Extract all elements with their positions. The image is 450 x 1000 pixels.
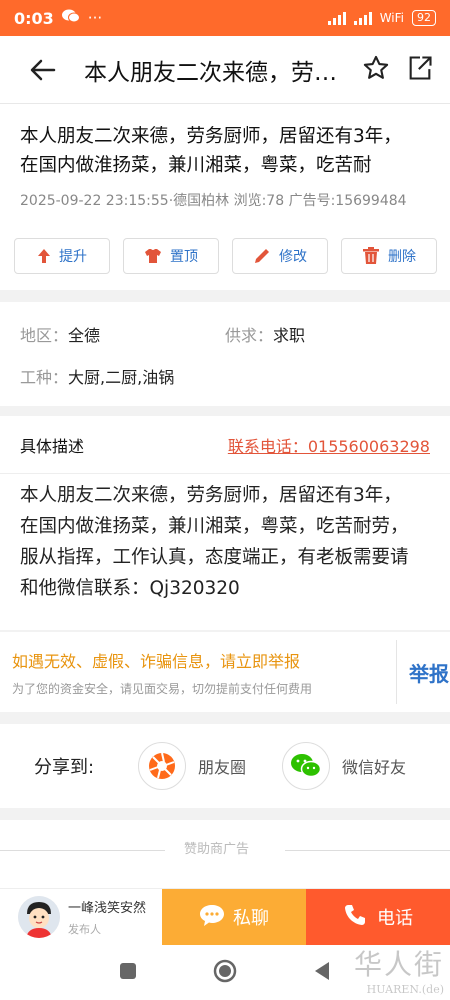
divider (396, 640, 397, 704)
description-line: 本人朋友二次来德，劳务厨师，居留还有3年， (20, 485, 402, 506)
delete-label: 删除 (388, 249, 416, 265)
pencil-icon (253, 247, 271, 265)
job-type-label: 工种： (20, 368, 69, 387)
report-section: 如遇无效、虚假、诈骗信息，请立即举报 为了您的资金安全，请见面交易，切勿提前支付… (0, 632, 450, 712)
triangle-back-icon (315, 961, 329, 980)
watermark-brand: 华人街 (353, 948, 444, 981)
sponsor-ad-label: 赞助商广告 (184, 842, 250, 857)
title-bar: 本人朋友二次来德，劳… (0, 36, 450, 104)
share-moments-button[interactable]: 朋友圈 (138, 742, 246, 790)
promote-label: 提升 (59, 249, 87, 265)
contact-phone-link[interactable]: 联系电话：015560063298 (228, 433, 430, 457)
sponsor-ad-section: 赞助商广告 (0, 820, 450, 888)
description-section: 具体描述 联系电话：015560063298 本人朋友二次来德，劳务厨师，居留还… (0, 416, 450, 630)
watermark-domain: HUAREN.(de) (366, 983, 444, 996)
square-icon (120, 962, 136, 979)
pin-button[interactable]: 置顶 (123, 238, 219, 274)
signal-icon-2 (353, 11, 372, 25)
shirt-icon (144, 248, 162, 264)
post-title-line: 在国内做淮扬菜，兼川湘菜，粤菜，吃苦耐 (20, 155, 372, 176)
post-title-line: 本人朋友二次来德，劳务厨师，居留还有3年， (20, 126, 402, 147)
share-section: 分享到: 朋友圈 微信好友 (0, 724, 450, 808)
description-line: 在国内做淮扬菜，兼川湘菜，粤菜，吃苦耐劳， (20, 516, 409, 537)
private-chat-button[interactable]: 私聊 (162, 889, 306, 945)
region-value: 全德 (68, 326, 101, 345)
job-info: 地区：全德 供求：求职 工种：大厨,二厨,油锅 (0, 302, 450, 406)
share-button[interactable] (406, 54, 434, 86)
delete-button[interactable]: 删除 (341, 238, 437, 274)
promote-button[interactable]: 提升 (14, 238, 110, 274)
status-bar: 0:03 ··· WiFi 92 (0, 0, 450, 36)
divider (285, 850, 450, 851)
recent-apps-button[interactable] (119, 962, 137, 984)
wechat-friends-label: 微信好友 (342, 758, 407, 777)
wechat-notification-icon (61, 9, 80, 27)
back-nav-button[interactable] (313, 961, 331, 985)
phone-call-label: 电话 (377, 908, 413, 929)
supply-label: 供求： (225, 326, 274, 345)
star-icon (363, 55, 389, 79)
description-line: 服从指挥，工作认真，态度端正，有老板需要请 (20, 547, 409, 568)
description-text: 本人朋友二次来德，劳务厨师，居留还有3年， 在国内做淮扬菜，兼川湘菜，粤菜，吃苦… (0, 474, 450, 604)
private-chat-label: 私聊 (233, 908, 269, 929)
report-button[interactable]: 举报 (409, 658, 449, 687)
share-label: 分享到: (34, 757, 95, 778)
arrow-up-icon (37, 248, 51, 264)
watermark-logo: 华人街 HUAREN.(de) (354, 943, 444, 996)
battery-icon: 92 (412, 10, 436, 26)
wechat-icon (282, 742, 331, 790)
report-warning: 如遇无效、虚假、诈骗信息，请立即举报 (12, 651, 301, 671)
region-label: 地区： (20, 326, 69, 345)
description-label: 具体描述 (20, 436, 85, 456)
post-actions: 提升 置顶 修改 删除 (14, 238, 437, 274)
home-button[interactable] (213, 959, 237, 987)
pin-label: 置顶 (170, 249, 198, 265)
description-line: 和他微信联系：Qj320320 (20, 578, 240, 599)
post-title: 本人朋友二次来德，劳务厨师，居留还有3年， 在国内做淮扬菜，兼川湘菜，粤菜，吃苦… (20, 122, 430, 180)
signal-icon (327, 11, 346, 25)
share-wechat-friends-button[interactable]: 微信好友 (282, 742, 406, 790)
edit-label: 修改 (279, 249, 307, 265)
back-arrow-icon (30, 59, 56, 80)
bottom-action-bar: 一峰浅笑安然 发布人 私聊 电话 (0, 888, 450, 945)
chat-bubble-icon (199, 903, 225, 932)
publisher-role: 发布人 (68, 923, 101, 936)
trash-icon (362, 247, 380, 265)
share-export-icon (409, 55, 432, 80)
safety-notice: 为了您的资金安全，请见面交易，切勿提前支付任何费用 (12, 681, 313, 696)
job-type-value: 大厨,二厨,油锅 (68, 368, 175, 387)
phone-call-button[interactable]: 电话 (306, 889, 450, 945)
avatar (18, 896, 60, 938)
page-title: 本人朋友二次来德，劳… (84, 59, 337, 86)
phone-icon (343, 903, 367, 932)
circle-icon (213, 959, 237, 982)
edit-button[interactable]: 修改 (232, 238, 328, 274)
publisher-name: 一峰浅笑安然 (68, 901, 147, 916)
moments-label: 朋友圈 (198, 758, 247, 777)
more-notifications-icon: ··· (87, 9, 103, 27)
divider (0, 850, 165, 851)
post-meta: 2025-09-22 23:15:55·德国柏林 浏览:78 广告号:15699… (20, 193, 407, 209)
moments-icon (138, 742, 186, 790)
publisher-profile[interactable]: 一峰浅笑安然 发布人 (0, 889, 162, 945)
supply-value: 求职 (273, 326, 306, 345)
status-time: 0:03 (14, 8, 54, 28)
wifi-icon: WiFi (379, 11, 404, 25)
back-button[interactable] (28, 55, 58, 85)
favorite-button[interactable] (362, 54, 390, 86)
post-header: 本人朋友二次来德，劳务厨师，居留还有3年， 在国内做淮扬菜，兼川湘菜，粤菜，吃苦… (0, 104, 450, 290)
